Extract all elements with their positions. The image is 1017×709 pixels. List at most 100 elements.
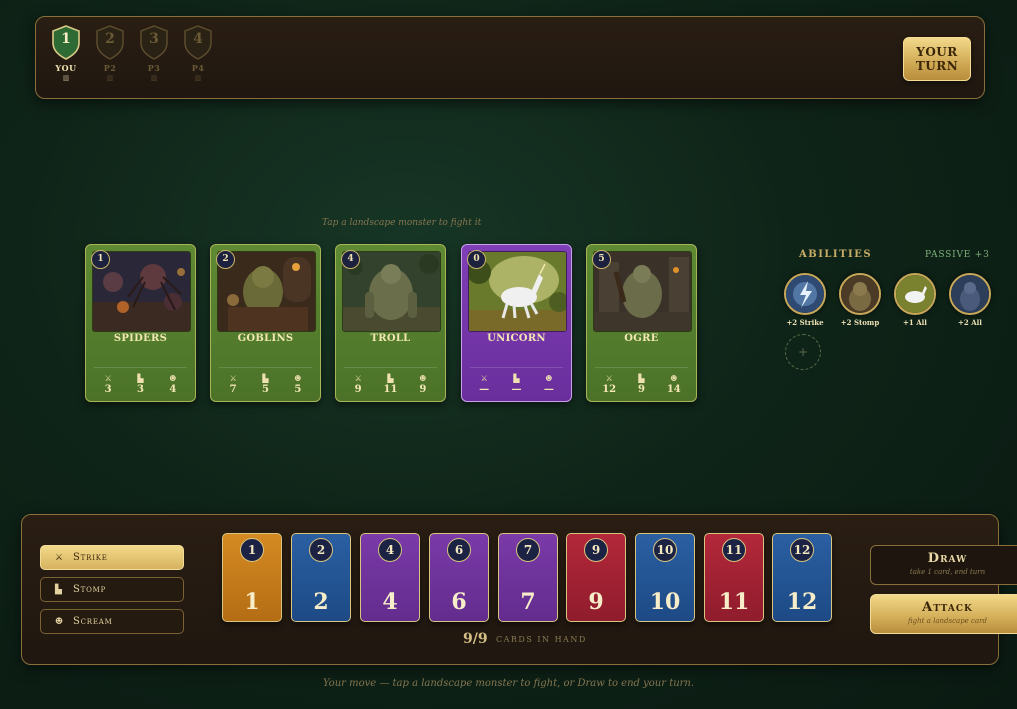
monster-name: TROLL bbox=[370, 333, 411, 344]
card-value: 12 bbox=[786, 589, 818, 615]
monster-card-goblins[interactable]: 2 GOBLINS ⚔ 7 ▙ 5 ☻ 5 bbox=[210, 244, 321, 402]
mask-icon: ☻ bbox=[545, 374, 553, 383]
ability-label: +2 All bbox=[958, 318, 982, 327]
strike-value: 12 bbox=[602, 384, 617, 395]
shield-icon: 2 bbox=[95, 25, 125, 60]
monster-card-troll[interactable]: 4 TROLL ⚔ 9 ▙ 11 ☻ 9 bbox=[335, 244, 446, 402]
card-value: 6 bbox=[451, 589, 467, 615]
ability-strike[interactable]: +2 Strike bbox=[782, 273, 828, 327]
player-slot-p2: 2 P2 ▥ bbox=[92, 25, 128, 82]
hand-card[interactable]: 11 11 bbox=[704, 533, 764, 622]
sword-icon: ⚔ bbox=[605, 374, 613, 383]
mask-icon: ☻ bbox=[670, 374, 678, 383]
attack-title: Attack bbox=[922, 600, 973, 615]
shield-icon: 4 bbox=[183, 25, 213, 60]
mask-icon: ☻ bbox=[294, 374, 302, 383]
card-badge: 12 bbox=[790, 538, 814, 562]
cards-icon: ▥ bbox=[194, 74, 202, 82]
divider bbox=[219, 367, 312, 368]
landscape-hint: Tap a landscape monster to fight it bbox=[322, 218, 482, 228]
card-value: 1 bbox=[244, 589, 260, 615]
stomp-value: 5 bbox=[262, 384, 269, 395]
player-number: 2 bbox=[105, 31, 115, 47]
card-badge: 2 bbox=[309, 538, 333, 562]
abilities-title: ABILITIES bbox=[799, 249, 873, 260]
player-slot-you: 1 YOU ▥ bbox=[48, 25, 84, 82]
boot-icon: ▙ bbox=[262, 374, 269, 383]
strike-button[interactable]: ⚔ Strike bbox=[40, 545, 184, 570]
ability-label: +1 All bbox=[903, 318, 927, 327]
scream-button[interactable]: ☻ Scream bbox=[40, 609, 184, 634]
hand-card[interactable]: 1 1 bbox=[222, 533, 282, 622]
hand-card[interactable]: 7 7 bbox=[498, 533, 558, 622]
attack-button[interactable]: Attack fight a landscape card bbox=[870, 594, 1017, 634]
stomp-value: 3 bbox=[137, 384, 144, 395]
level-badge: 5 bbox=[592, 250, 611, 269]
add-ability-button[interactable]: + bbox=[785, 334, 821, 370]
card-value: 11 bbox=[718, 589, 750, 615]
stomp-button[interactable]: ▙ Stomp bbox=[40, 577, 184, 602]
card-badge: 10 bbox=[653, 538, 677, 562]
level-badge: 2 bbox=[216, 250, 235, 269]
level-badge: 4 bbox=[341, 250, 360, 269]
scream-value: 5 bbox=[294, 384, 302, 395]
stomp-value: 9 bbox=[638, 384, 645, 395]
hand-card[interactable]: 2 2 bbox=[291, 533, 351, 622]
stomp-label: Stomp bbox=[73, 584, 107, 595]
player-slot-p4: 4 P4 ▥ bbox=[180, 25, 216, 82]
ability-all-1[interactable]: +1 All bbox=[892, 273, 938, 327]
card-value: 10 bbox=[649, 589, 681, 615]
boot-icon: ▙ bbox=[638, 374, 645, 383]
card-badge: 1 bbox=[240, 538, 264, 562]
card-badge: 7 bbox=[516, 538, 540, 562]
card-badge: 9 bbox=[584, 538, 608, 562]
your-turn-badge: YOUR TURN bbox=[903, 37, 971, 81]
card-value: 7 bbox=[520, 589, 536, 615]
player-number: 3 bbox=[149, 31, 159, 47]
scream-value: 14 bbox=[666, 384, 681, 395]
monster-name: OGRE bbox=[624, 333, 659, 344]
hand-card[interactable]: 4 4 bbox=[360, 533, 420, 622]
ability-label: +2 Stomp bbox=[840, 318, 880, 327]
status-message: Your move — tap a landscape monster to f… bbox=[322, 678, 695, 689]
monster-card-unicorn[interactable]: 0 UNICORN ⚔ — ▙ — ☻ — bbox=[461, 244, 572, 402]
player-name: P2 bbox=[103, 63, 117, 73]
card-badge: 6 bbox=[447, 538, 471, 562]
boot-icon: ▙ bbox=[55, 584, 63, 595]
boot-icon: ▙ bbox=[513, 374, 520, 383]
scream-label: Scream bbox=[73, 616, 113, 627]
hand-count: 9/9 bbox=[463, 631, 488, 647]
strike-value: 9 bbox=[354, 384, 362, 395]
monster-name: UNICORN bbox=[487, 333, 546, 344]
player-name: YOU bbox=[55, 63, 77, 73]
scream-value: — bbox=[543, 384, 554, 395]
monster-card-ogre[interactable]: 5 OGRE ⚔ 12 ▙ 9 ☻ 14 bbox=[586, 244, 697, 402]
divider bbox=[595, 367, 688, 368]
hand-label: CARDS IN HAND bbox=[496, 635, 587, 644]
boot-icon: ▙ bbox=[387, 374, 394, 383]
draw-title: Draw bbox=[927, 551, 968, 566]
mask-icon: ☻ bbox=[55, 616, 64, 627]
player-name: P4 bbox=[191, 63, 205, 73]
ability-stomp[interactable]: +2 Stomp bbox=[837, 273, 883, 327]
hand-card[interactable]: 12 12 bbox=[772, 533, 832, 622]
player-number: 1 bbox=[61, 31, 71, 47]
monster-card-spiders[interactable]: 1 SPIDERS ⚔ 3 ▙ 3 ☻ 4 bbox=[85, 244, 196, 402]
card-value: 9 bbox=[588, 589, 604, 615]
shield-icon: 3 bbox=[139, 25, 169, 60]
sword-icon: ⚔ bbox=[55, 552, 64, 563]
mask-icon: ☻ bbox=[169, 374, 177, 383]
hand-panel: ⚔ Strike ▙ Stomp ☻ Scream 1 1 2 2 4 4 6 … bbox=[21, 514, 999, 665]
divider bbox=[470, 367, 563, 368]
hand-card[interactable]: 10 10 bbox=[635, 533, 695, 622]
card-value: 4 bbox=[382, 589, 398, 615]
hand-card[interactable]: 6 6 bbox=[429, 533, 489, 622]
cards-icon: ▥ bbox=[106, 74, 114, 82]
ability-all-2[interactable]: +2 All bbox=[947, 273, 993, 327]
monster-stats: ⚔ 12 ▙ 9 ☻ 14 bbox=[593, 374, 690, 395]
hand-card[interactable]: 9 9 bbox=[566, 533, 626, 622]
monster-stats: ⚔ 3 ▙ 3 ☻ 4 bbox=[92, 374, 189, 395]
draw-button[interactable]: Draw take 1 card, end turn bbox=[870, 545, 1017, 585]
scream-value: 9 bbox=[419, 384, 427, 395]
player-number: 4 bbox=[193, 31, 203, 47]
